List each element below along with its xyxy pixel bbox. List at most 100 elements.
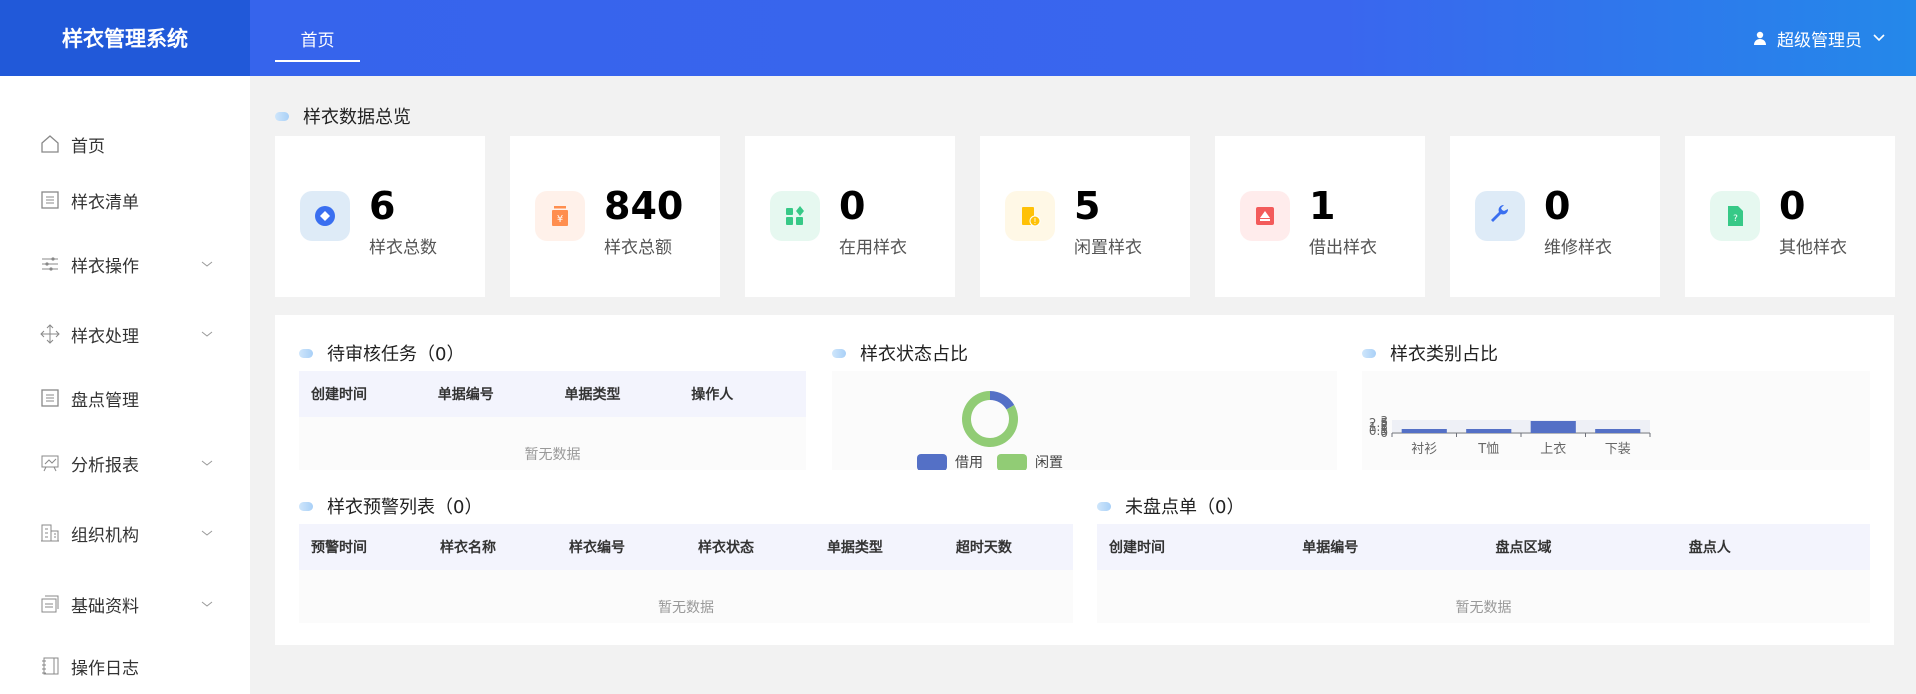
stat-card[interactable]: ¥840 样衣总额 [510, 136, 720, 297]
stat-card[interactable]: 1 借出样衣 [1215, 136, 1425, 297]
pending-title-text: 待审核任务（0） [327, 344, 465, 365]
stat-card[interactable]: 0 维修样衣 [1450, 136, 1660, 297]
sidebar-item-label: 样衣处理 [71, 326, 139, 347]
warning-title-text: 样衣预警列表（0） [327, 497, 483, 518]
column-header: 预警时间 [311, 540, 367, 556]
column-header: 样衣编号 [568, 540, 625, 556]
x-tick-label: 上衣 [1540, 441, 1566, 457]
bullet-icon [299, 348, 313, 358]
dashboard-panel: 待审核任务（0） 创建时间 单据编号 单据类型 操作人 暂无数据 样衣状态占比 借用 闲置… [275, 315, 1894, 645]
x-tick-label: 下装 [1605, 442, 1631, 457]
sidebar-item-label: 分析报表 [71, 455, 139, 476]
inventory-table: 创建时间 单据编号 盘点区域 盘点人 暂无数据 [1097, 524, 1870, 623]
legend-label: 闲置 [1035, 455, 1063, 470]
sidebar-item-2[interactable]: 样衣操作 [0, 244, 250, 284]
chevron-down-icon [1873, 34, 1885, 42]
inventory-title-text: 未盘点单（0） [1125, 497, 1245, 518]
stat-value: 0 [839, 184, 866, 228]
pie-slice-0[interactable] [990, 391, 1015, 410]
column-header: 单据编号 [437, 387, 494, 403]
column-header: 样衣状态 [697, 540, 754, 556]
status-pie-chart: 借用 闲置 [832, 371, 1337, 471]
sidebar-item-label: 组织机构 [71, 525, 139, 546]
pending-title: 待审核任务（0） [299, 340, 464, 366]
chevron-down-icon [201, 530, 213, 536]
diamond-coin-icon [300, 191, 350, 241]
sidebar-item-label: 样衣操作 [71, 256, 139, 277]
empty-text: 暂无数据 [1455, 600, 1512, 616]
stat-value: 840 [604, 184, 684, 228]
legend-label: 借用 [955, 455, 983, 470]
legend-swatch[interactable] [997, 454, 1027, 471]
bullet-icon [299, 501, 313, 511]
top-header: 样衣管理系统 首页 超级管理员 [0, 0, 1916, 76]
pending-table: 创建时间 单据编号 单据类型 操作人暂无数据 [299, 371, 806, 470]
notebook-icon [42, 657, 59, 675]
chevron-down-icon [201, 460, 213, 466]
overview-title-text: 样衣数据总览 [303, 107, 411, 128]
question-doc-icon: ? [1710, 191, 1760, 241]
stat-card[interactable]: ? 0 其他样衣 [1685, 136, 1895, 297]
sidebar-item-8[interactable]: 操作日志 [0, 646, 250, 686]
sidebar-item-6[interactable]: 组织机构 [0, 513, 250, 553]
user-icon [1754, 31, 1766, 45]
sidebar-item-4[interactable]: 盘点管理 [0, 378, 250, 418]
wrench-icon [1475, 191, 1525, 241]
tab-home[interactable]: 首页 [275, 0, 360, 76]
bullet-icon [1362, 348, 1376, 358]
bar-2[interactable] [1530, 421, 1576, 433]
list-icon [41, 389, 59, 407]
column-header: 单据编号 [1302, 540, 1359, 556]
column-header: 创建时间 [311, 387, 367, 403]
stat-value: 5 [1074, 184, 1101, 228]
app-logo: 样衣管理系统 [0, 0, 250, 76]
column-header: 盘点区域 [1495, 540, 1552, 556]
sidebar-item-0[interactable]: 首页 [0, 124, 250, 164]
svg-text:!: ! [1033, 217, 1036, 226]
sidebar-item-label: 首页 [71, 136, 105, 157]
stat-label: 样衣总数 [369, 238, 437, 258]
bar-1[interactable] [1466, 429, 1512, 433]
empty-text: 暂无数据 [658, 600, 714, 616]
bullet-icon [275, 111, 289, 121]
category-chart-title-text: 样衣类别占比 [1390, 344, 1498, 365]
stat-card[interactable]: ! 5 闲置样衣 [980, 136, 1190, 297]
sidebar: 首页样衣清单样衣操作样衣处理盘点管理分析报表组织机构基础资料操作日志 [0, 76, 250, 694]
status-chart-title: 样衣状态占比 [832, 340, 968, 366]
stat-value: 0 [1779, 184, 1806, 228]
empty-text: 暂无数据 [524, 447, 581, 463]
idle-alert-icon: ! [1005, 191, 1055, 241]
column-header: 操作人 [691, 387, 734, 403]
column-header: 盘点人 [1688, 540, 1731, 556]
bullet-icon [832, 348, 846, 358]
bar-3[interactable] [1595, 429, 1641, 433]
sidebar-item-7[interactable]: 基础资料 [0, 584, 250, 624]
sidebar-item-5[interactable]: 分析报表 [0, 443, 250, 483]
warning-table: 预警时间 样衣名称 样衣编号 样衣状态 单据类型 超时天数 暂无数据 [299, 524, 1073, 623]
stat-label: 其他样衣 [1779, 238, 1847, 258]
user-menu[interactable]: 超级管理员 [1753, 0, 1886, 76]
category-bar-chart: 0 0.5 1 1.5 2 2.5 3 衬衫 T恤 上衣 下装 [1362, 371, 1870, 470]
sidebar-item-label: 盘点管理 [71, 390, 139, 411]
table-header: 预警时间 样衣名称 样衣编号 样衣状态 单据类型 超时天数 [299, 524, 1073, 570]
bar-0[interactable] [1401, 429, 1447, 433]
stat-label: 闲置样衣 [1074, 238, 1142, 258]
sidebar-item-3[interactable]: 样衣处理 [0, 314, 250, 354]
chevron-down-icon [201, 601, 213, 607]
stat-card[interactable]: 0 在用样衣 [745, 136, 955, 297]
x-tick-label: T恤 [1477, 442, 1499, 457]
stat-card[interactable]: 6 样衣总数 [275, 136, 485, 297]
stat-value: 6 [369, 184, 396, 228]
sidebar-item-1[interactable]: 样衣清单 [0, 180, 250, 220]
folder-icon [41, 595, 59, 613]
stat-value: 1 [1309, 184, 1336, 228]
bullet-icon [1097, 501, 1111, 511]
stat-value: 0 [1544, 184, 1571, 228]
overview-title: 样衣数据总览 [275, 103, 411, 129]
user-name: 超级管理员 [1777, 30, 1862, 51]
building-icon [41, 524, 59, 542]
category-chart-title: 样衣类别占比 [1362, 340, 1498, 366]
legend-swatch[interactable] [917, 454, 947, 471]
inventory-title: 未盘点单（0） [1097, 493, 1244, 519]
column-header: 单据类型 [564, 387, 621, 403]
